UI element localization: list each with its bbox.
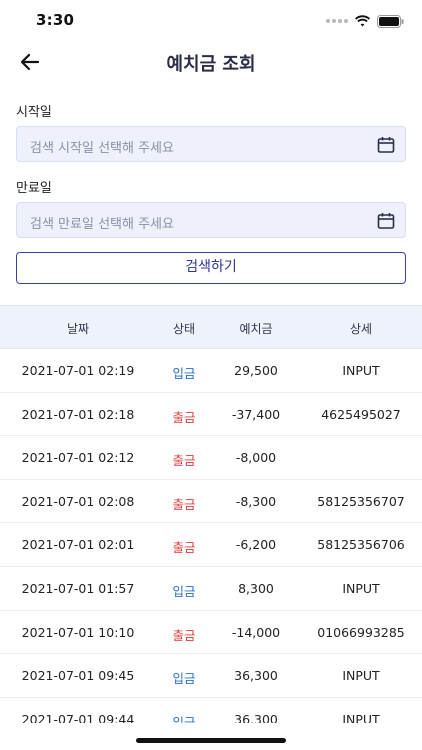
status-time: 3:30 <box>36 11 75 29</box>
row-amount: 36,300 <box>234 711 278 723</box>
row-detail: 58125356706 <box>317 537 405 553</box>
row-detail: INPUT <box>342 363 380 378</box>
row-detail: 58125356707 <box>317 493 405 509</box>
status-icons <box>326 14 404 28</box>
row-date: 2021-07-01 02:08 <box>21 493 135 509</box>
row-detail: 4625495027 <box>321 406 401 422</box>
calendar-icon[interactable] <box>377 136 395 154</box>
row-detail: INPUT <box>342 668 380 684</box>
row-date: 2021-07-01 09:44 <box>21 711 135 723</box>
row-date: 2021-07-01 02:19 <box>21 363 135 378</box>
table-row[interactable]: 2021-07-01 02:01 출금 -6,200 58125356706 <box>0 523 422 567</box>
row-amount: 36,300 <box>234 668 278 684</box>
table-row[interactable]: 2021-07-01 01:57 입금 8,300 INPUT <box>0 567 422 611</box>
row-date: 2021-07-01 02:12 <box>21 450 135 466</box>
header-detail: 상세 <box>349 322 373 336</box>
row-status: 입금 <box>172 714 196 723</box>
row-detail: INPUT <box>342 580 380 596</box>
header-date: 날짜 <box>66 322 90 336</box>
row-detail: INPUT <box>342 711 380 723</box>
wifi-icon <box>355 15 370 27</box>
table-row[interactable]: 2021-07-01 10:10 출금 -14,000 01066993285 <box>0 611 422 655</box>
row-amount: -8,000 <box>235 450 277 466</box>
start-date-label: 시작일 <box>16 105 52 120</box>
cellular-signal-icon <box>326 19 348 23</box>
start-date-field[interactable]: 검색 시작일 선택해 주세요 <box>16 126 406 162</box>
row-status: 입금 <box>172 583 196 599</box>
table-row[interactable]: 2021-07-01 02:19 입금 29,500 INPUT <box>0 349 422 393</box>
page-title: 예치금 조회 <box>166 54 256 75</box>
row-amount: -8,300 <box>235 493 277 509</box>
row-status: 입금 <box>172 671 196 687</box>
home-indicator <box>136 738 286 743</box>
end-date-placeholder: 검색 만료일 선택해 주세요 <box>30 217 174 232</box>
table-row[interactable]: 2021-07-01 09:44 입금 36,300 INPUT <box>0 698 422 723</box>
header-amount: 예치금 <box>239 322 273 336</box>
row-amount: 8,300 <box>238 580 274 596</box>
table-body: 2021-07-01 02:19 입금 29,500 INPUT 2021-07-01 … <box>0 349 422 723</box>
search-button[interactable]: 검색하기 <box>16 252 406 284</box>
row-amount: 29,500 <box>234 363 278 378</box>
start-date-placeholder: 검색 시작일 선택해 주세요 <box>30 141 174 156</box>
table-header: 날짜 상태 예치금 상세 <box>0 305 422 349</box>
row-status: 출금 <box>172 540 196 556</box>
battery-icon <box>377 14 404 28</box>
deposit-table: 날짜 상태 예치금 상세 2021-07-01 02:19 입금 29,500 INP… <box>0 305 422 723</box>
header-status: 상태 <box>172 322 196 336</box>
table-row[interactable]: 2021-07-01 02:18 출금 -37,400 4625495027 <box>0 393 422 437</box>
row-status: 출금 <box>172 627 196 643</box>
end-date-label: 만료일 <box>16 181 52 196</box>
nav-bar: 예치금 조회 <box>0 44 422 80</box>
row-amount: -37,400 <box>231 406 281 422</box>
row-date: 2021-07-01 02:18 <box>21 406 135 422</box>
row-amount: -14,000 <box>231 624 281 640</box>
table-row[interactable]: 2021-07-01 02:12 출금 -8,000 <box>0 436 422 480</box>
row-status: 출금 <box>172 453 196 469</box>
row-status: 입금 <box>172 366 196 381</box>
row-date: 2021-07-01 09:45 <box>21 668 135 684</box>
row-status: 출금 <box>172 496 196 512</box>
calendar-icon[interactable] <box>377 212 395 230</box>
status-bar: 3:30 <box>0 0 422 44</box>
row-status: 출금 <box>172 409 196 425</box>
row-date: 2021-07-01 01:57 <box>21 580 135 596</box>
table-row[interactable]: 2021-07-01 02:08 출금 -8,300 58125356707 <box>0 480 422 524</box>
row-date: 2021-07-01 10:10 <box>21 624 135 640</box>
row-amount: -6,200 <box>235 537 277 553</box>
end-date-field[interactable]: 검색 만료일 선택해 주세요 <box>16 202 406 238</box>
row-detail: 01066993285 <box>317 624 405 640</box>
table-row[interactable]: 2021-07-01 09:45 입금 36,300 INPUT <box>0 654 422 698</box>
row-date: 2021-07-01 02:01 <box>21 537 135 553</box>
